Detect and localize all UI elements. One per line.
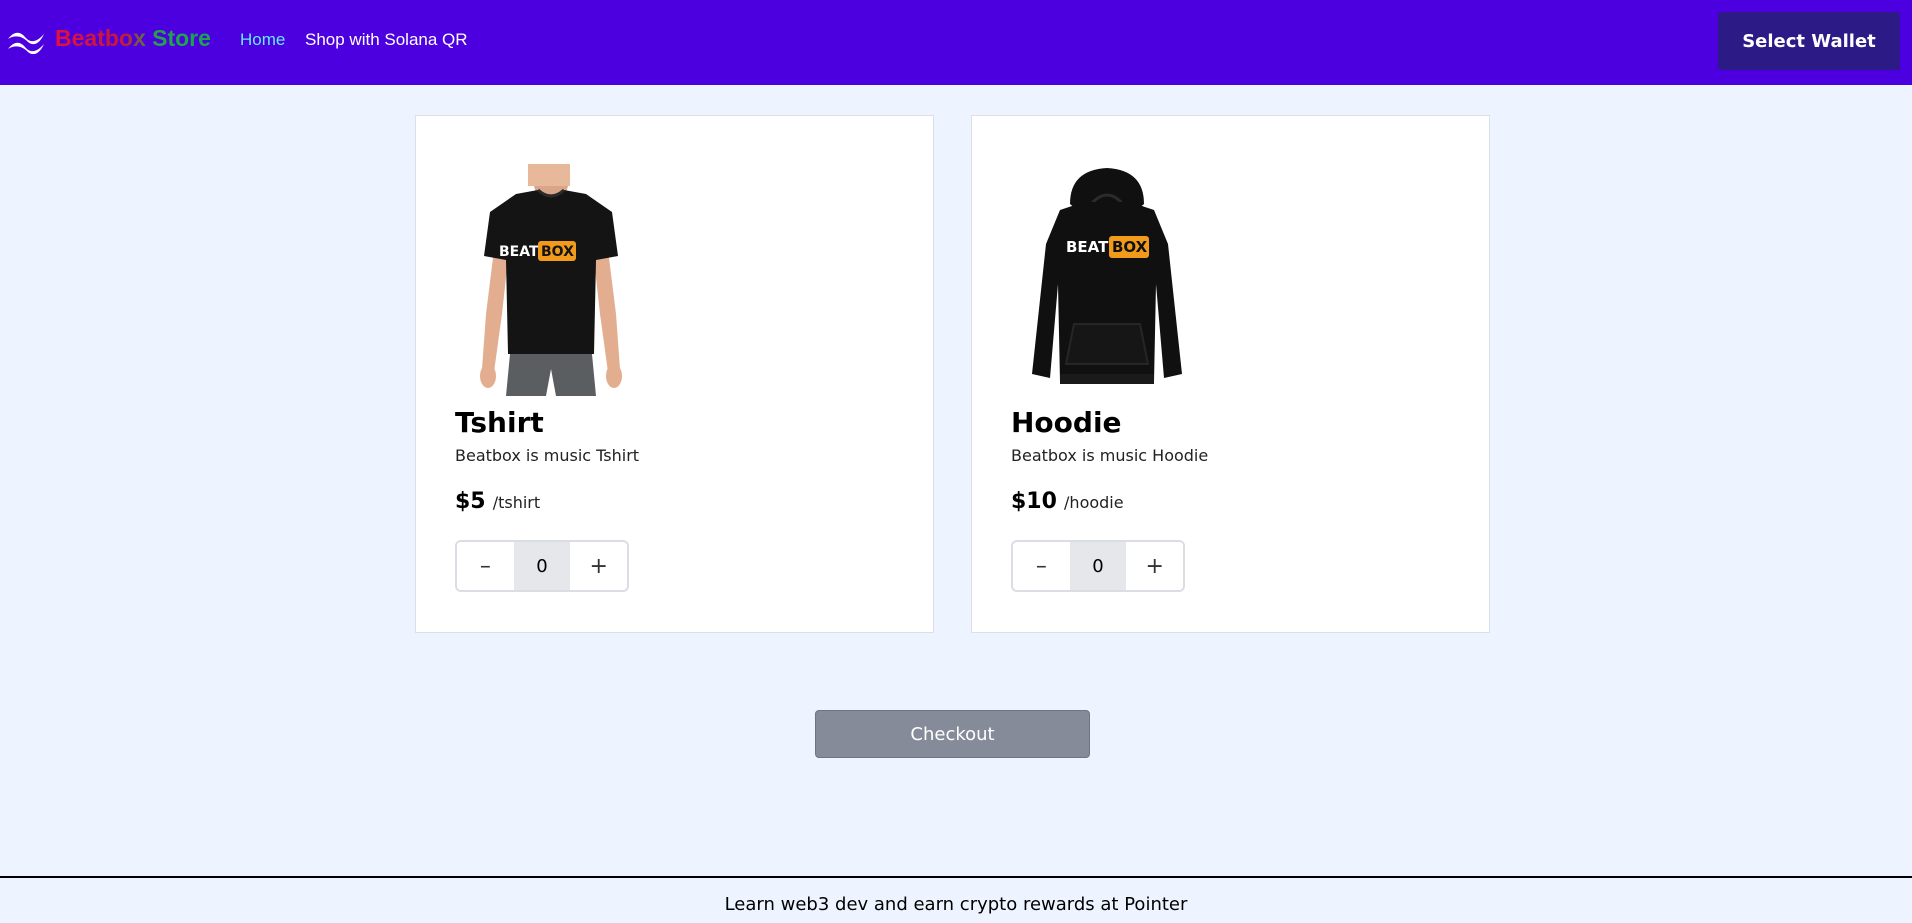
quantity-stepper: – 0 + [1011,540,1185,592]
quantity-value[interactable]: 0 [1069,542,1127,590]
minus-icon: – [479,553,491,579]
plus-icon: + [1145,553,1164,579]
hoodie-print-beat: BEAT [1066,238,1109,256]
tshirt-product-image: BEAT BOX [456,164,646,396]
increment-button[interactable]: + [1126,542,1183,590]
product-description: Beatbox is music Hoodie [1011,446,1209,465]
product-card-tshirt: BEAT BOX Tshirt Beatbox is music Tshirt … [415,115,934,633]
product-description: Beatbox is music Tshirt [455,446,640,465]
price-unit: /hoodie [1064,493,1124,512]
product-price: $5 /tshirt [455,489,540,514]
wave-logo-icon[interactable] [6,28,46,54]
quantity-value[interactable]: 0 [513,542,571,590]
select-wallet-button[interactable]: Select Wallet [1718,12,1900,70]
tshirt-print-box: BOX [541,244,574,260]
price-unit: /tshirt [492,493,541,512]
minus-icon: – [1035,553,1047,579]
tshirt-print-beat: BEAT [499,244,539,260]
top-navbar: Beatbox Store Home Shop with Solana QR S… [0,0,1912,85]
plus-icon: + [589,553,608,579]
footer: Learn web3 dev and earn crypto rewards a… [0,876,1912,923]
product-card-hoodie: BEAT BOX Hoodie Beatbox is music Hoodie … [971,115,1490,633]
price-amount: $10 [1011,489,1057,514]
product-price: $10 /hoodie [1011,489,1124,514]
nav-home-link[interactable]: Home [240,30,285,50]
product-title: Hoodie [1011,406,1122,439]
decrement-button[interactable]: – [457,542,514,590]
nav-solana-qr-link[interactable]: Shop with Solana QR [305,30,468,50]
product-title: Tshirt [455,406,544,439]
hoodie-print-box: BOX [1112,238,1148,256]
price-amount: $5 [455,489,486,514]
footer-text[interactable]: Learn web3 dev and earn crypto rewards a… [0,894,1912,915]
quantity-stepper: – 0 + [455,540,629,592]
increment-button[interactable]: + [570,542,627,590]
checkout-button[interactable]: Checkout [815,710,1090,758]
hoodie-product-image: BEAT BOX [1012,164,1202,396]
brand-name[interactable]: Beatbox Store [55,25,211,52]
decrement-button[interactable]: – [1013,542,1070,590]
